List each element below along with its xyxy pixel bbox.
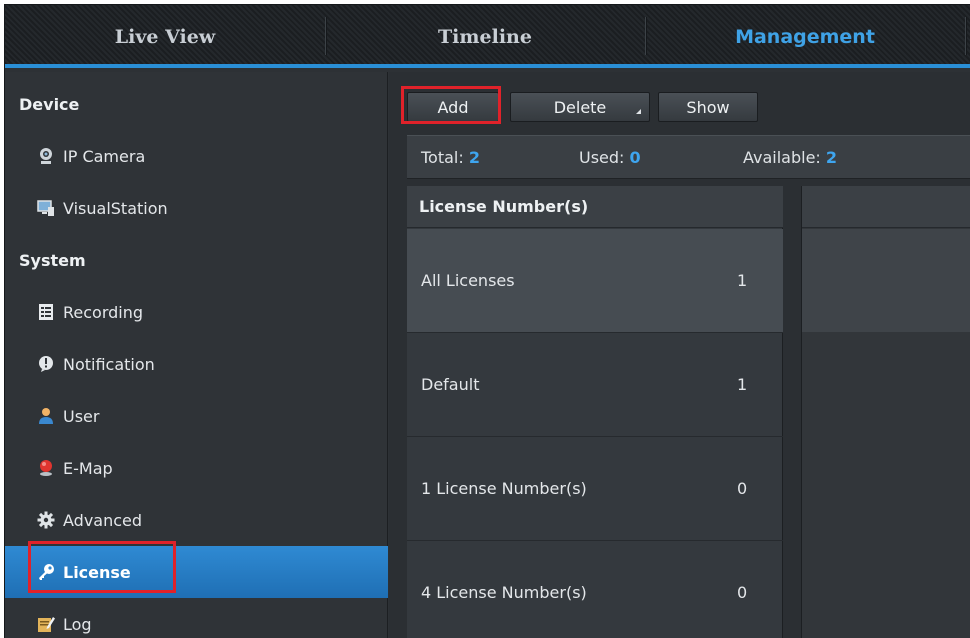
sidebar-item-notification[interactable]: Notification — [5, 338, 388, 390]
map-pin-icon — [37, 459, 55, 477]
license-group-count: 1 — [737, 375, 748, 394]
sidebar-item-label: E-Map — [63, 458, 113, 478]
delete-button-label: Delete — [553, 97, 607, 117]
app-window: Live View Timeline Management Device IP … — [4, 4, 970, 638]
stat-total-value: 2 — [468, 148, 480, 167]
dropdown-caret-icon — [636, 109, 641, 114]
license-list-header: License Number(s) — [407, 186, 783, 228]
sidebar-item-user[interactable]: User — [5, 390, 388, 442]
license-group-name: Default — [421, 375, 480, 394]
license-group-count: 0 — [737, 479, 748, 498]
stat-total-label: Total: — [421, 148, 464, 167]
sidebar-item-log[interactable]: Log — [5, 598, 388, 638]
stat-available: Available: 2 — [743, 148, 837, 167]
show-button[interactable]: Show — [658, 92, 758, 122]
key-icon — [37, 563, 55, 581]
license-group-count: 0 — [737, 583, 748, 602]
sidebar-item-label: Notification — [63, 354, 155, 374]
user-icon — [37, 407, 55, 425]
toolbar: Add Delete Show — [389, 72, 970, 134]
main-panel: Add Delete Show Total: 2 Used: 0 Availab… — [389, 72, 970, 638]
detail-header — [802, 186, 970, 228]
add-button[interactable]: Add — [407, 92, 499, 122]
top-navigation: Live View Timeline Management — [5, 5, 970, 68]
sidebar-item-advanced[interactable]: Advanced — [5, 494, 388, 546]
sidebar: Device IP Camera VisualStation System Re… — [5, 72, 388, 638]
stat-used: Used: 0 — [579, 148, 641, 167]
sidebar-item-ip-camera[interactable]: IP Camera — [5, 130, 388, 182]
sidebar-item-label: IP Camera — [63, 146, 146, 166]
camera-icon — [37, 147, 55, 165]
stat-used-label: Used: — [579, 148, 625, 167]
license-group-count: 1 — [737, 271, 748, 290]
sidebar-item-label: Advanced — [63, 510, 143, 530]
stat-available-value: 2 — [825, 148, 838, 167]
sidebar-item-label: User — [63, 406, 100, 426]
tab-live-view[interactable]: Live View — [5, 5, 325, 68]
gear-icon — [37, 511, 55, 529]
sidebar-header-system: System — [19, 250, 86, 270]
sidebar-item-recording[interactable]: Recording — [5, 286, 388, 338]
list-item[interactable]: Default 1 — [407, 333, 783, 437]
sidebar-item-license[interactable]: License — [5, 546, 388, 598]
sidebar-item-label: License — [63, 562, 131, 582]
stat-available-label: Available: — [743, 148, 821, 167]
list-item[interactable]: 4 License Number(s) 0 — [407, 541, 783, 638]
list-item[interactable]: 1 License Number(s) 0 — [407, 437, 783, 541]
tab-timeline[interactable]: Timeline — [325, 5, 645, 68]
notification-icon — [37, 355, 55, 373]
delete-button[interactable]: Delete — [510, 92, 650, 122]
sidebar-item-visualstation[interactable]: VisualStation — [5, 182, 388, 234]
stat-used-value: 0 — [629, 148, 641, 167]
license-group-name: 4 License Number(s) — [421, 583, 587, 602]
sidebar-item-label: VisualStation — [63, 198, 168, 218]
tab-divider — [965, 17, 966, 55]
license-stats-bar: Total: 2 Used: 0 Available: 2 — [407, 135, 970, 179]
license-group-name: All Licenses — [421, 271, 515, 290]
license-detail-panel — [801, 186, 970, 638]
list-item[interactable]: All Licenses 1 — [407, 229, 783, 333]
sidebar-item-e-map[interactable]: E-Map — [5, 442, 388, 494]
tab-management[interactable]: Management — [645, 5, 965, 68]
detail-selected-band — [802, 229, 970, 332]
license-group-name: 1 License Number(s) — [421, 479, 587, 498]
sidebar-item-label: Recording — [63, 302, 144, 322]
visualstation-icon — [37, 199, 55, 217]
recording-icon — [37, 303, 55, 321]
license-list: License Number(s) All Licenses 1 Default… — [407, 186, 783, 638]
stat-total: Total: 2 — [421, 148, 480, 167]
log-icon — [37, 615, 55, 633]
sidebar-header-device: Device — [19, 94, 80, 114]
sidebar-item-label: Log — [63, 614, 92, 634]
